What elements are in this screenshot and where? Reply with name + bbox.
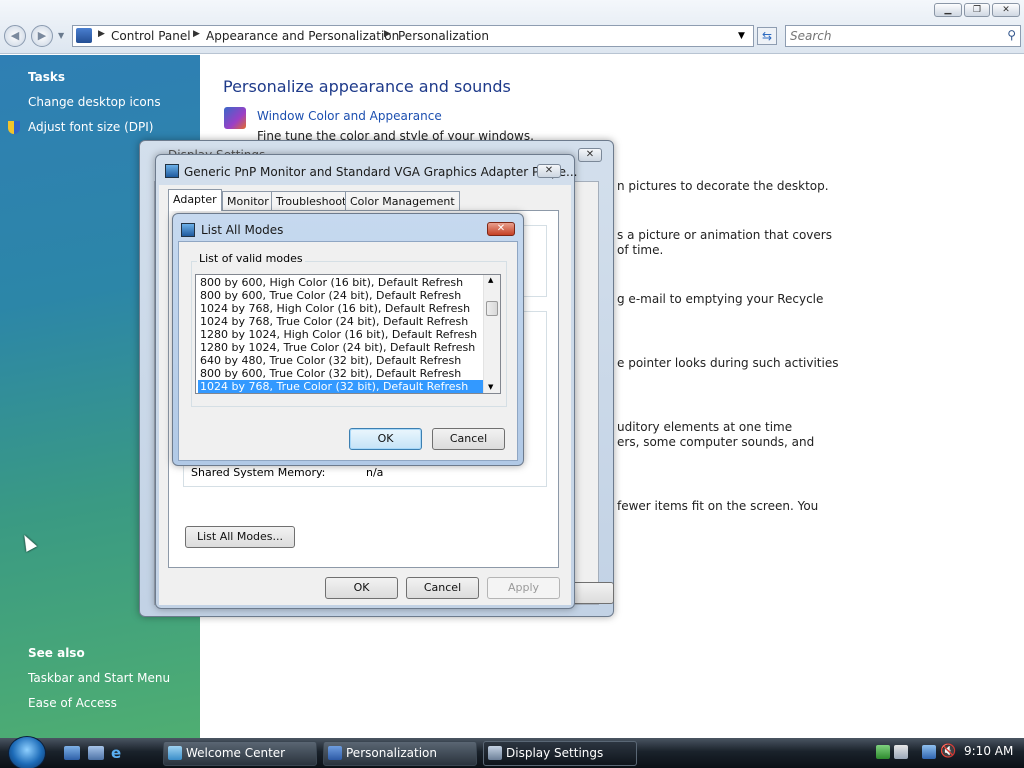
display-settings-description: fewer items fit on the screen. You [617, 499, 819, 513]
display-settings-close-button[interactable]: ✕ [578, 148, 602, 162]
window-color-appearance-link[interactable]: Window Color and Appearance [257, 109, 442, 123]
mode-list-item[interactable]: 800 by 600, True Color (32 bit), Default… [198, 367, 461, 380]
adapter-properties-close-button[interactable]: ✕ [537, 164, 561, 178]
explorer-toolbar: ▁ ❐ ✕ ◀ ▶ ▼ ▶ Control Panel ▶ Appearance… [0, 0, 1024, 54]
recent-pages-icon[interactable]: ▼ [58, 31, 64, 40]
theme-description-2: ers, some computer sounds, and [617, 435, 815, 449]
list-all-modes-close-button[interactable]: ✕ [487, 222, 515, 236]
mode-list-item[interactable]: 800 by 600, True Color (24 bit), Default… [198, 289, 461, 302]
sounds-description: g e-mail to emptying your Recycle [617, 292, 824, 306]
scroll-up-icon[interactable]: ▲ [488, 276, 493, 284]
monitor-icon [165, 164, 179, 178]
taskbar-personalization[interactable]: Personalization [323, 741, 477, 766]
properties-apply-button[interactable]: Apply [487, 577, 560, 599]
screen-saver-description-2: of time. [617, 243, 664, 257]
breadcrumb-arrow-icon[interactable]: ▶ [384, 29, 391, 39]
address-dropdown-icon[interactable]: ▼ [738, 31, 745, 41]
task-change-desktop-icons[interactable]: Change desktop icons [28, 95, 161, 109]
tray-network-icon[interactable] [876, 745, 890, 759]
theme-description: uditory elements at one time [617, 420, 793, 434]
list-all-modes-dialog: List All Modes ✕ List of valid modes 800… [172, 213, 524, 466]
taskbar-item-label: Welcome Center [186, 746, 286, 760]
shared-memory-value: n/a [366, 466, 384, 479]
page-title: Personalize appearance and sounds [223, 77, 511, 96]
back-button[interactable]: ◀ [4, 25, 26, 47]
list-all-modes-body: List of valid modes 800 by 600, High Col… [178, 241, 518, 461]
uac-shield-icon [8, 121, 20, 134]
mode-list-item[interactable]: 1280 by 1024, High Color (16 bit), Defau… [198, 328, 477, 341]
task-adjust-font-size[interactable]: Adjust font size (DPI) [28, 120, 153, 134]
breadcrumb-personalization[interactable]: Personalization [398, 29, 489, 43]
valid-modes-listbox[interactable]: 800 by 600, High Color (16 bit), Default… [195, 274, 501, 394]
list-all-modes-title: List All Modes [201, 223, 284, 237]
see-also-heading: See also [28, 646, 85, 660]
search-box[interactable]: ⚲ [785, 25, 1021, 47]
welcome-center-icon [168, 746, 182, 760]
valid-modes-label: List of valid modes [197, 252, 305, 265]
mouse-pointers-description: e pointer looks during such activities [617, 356, 839, 370]
screen-saver-description: s a picture or animation that covers [617, 228, 832, 242]
mode-list-item[interactable]: 1280 by 1024, True Color (24 bit), Defau… [198, 341, 475, 354]
window-color-icon [224, 107, 246, 129]
display-settings-icon [488, 746, 502, 760]
forward-button[interactable]: ▶ [31, 25, 53, 47]
see-also-taskbar-start-menu[interactable]: Taskbar and Start Menu [28, 671, 170, 685]
adapter-properties-title: Generic PnP Monitor and Standard VGA Gra… [184, 165, 578, 179]
address-bar[interactable]: ▶ Control Panel ▶ Appearance and Persona… [72, 25, 754, 47]
internet-explorer-icon[interactable]: e [111, 746, 127, 761]
list-all-modes-cancel-button[interactable]: Cancel [432, 428, 505, 450]
desktop-background-description: n pictures to decorate the desktop. [617, 179, 829, 193]
properties-ok-button[interactable]: OK [325, 577, 398, 599]
tab-color-management[interactable]: Color Management [345, 191, 460, 212]
tab-adapter[interactable]: Adapter [168, 189, 222, 211]
show-desktop-icon[interactable] [64, 746, 80, 760]
personalization-icon [328, 746, 342, 760]
search-icon[interactable]: ⚲ [1007, 28, 1016, 42]
breadcrumb-appearance[interactable]: Appearance and Personalization [206, 29, 399, 43]
tab-troubleshoot[interactable]: Troubleshoot [271, 191, 352, 212]
scroll-thumb[interactable] [486, 301, 498, 316]
volume-muted-icon[interactable]: 🔇 [940, 745, 956, 759]
tray-security-icon[interactable] [894, 745, 908, 759]
control-panel-icon [76, 28, 92, 43]
properties-cancel-button[interactable]: Cancel [406, 577, 479, 599]
tasks-heading: Tasks [28, 70, 66, 84]
monitor-icon [181, 223, 195, 237]
taskbar-clock[interactable]: 9:10 AM [964, 744, 1013, 758]
tab-monitor[interactable]: Monitor [222, 191, 274, 212]
mode-list-item[interactable]: 640 by 480, True Color (32 bit), Default… [198, 354, 461, 367]
taskbar-display-settings[interactable]: Display Settings [483, 741, 637, 766]
tray-monitor-icon[interactable] [922, 745, 936, 759]
start-button[interactable] [8, 736, 46, 768]
breadcrumb-control-panel[interactable]: Control Panel [111, 29, 191, 43]
maximize-button[interactable]: ❐ [964, 3, 990, 17]
see-also-ease-of-access[interactable]: Ease of Access [28, 696, 117, 710]
search-input[interactable] [790, 27, 990, 45]
refresh-icon[interactable]: ⇆ [757, 27, 777, 45]
switch-windows-icon[interactable] [88, 746, 104, 760]
taskbar-item-label: Display Settings [506, 746, 604, 760]
mode-list-item[interactable]: 1024 by 768, True Color (32 bit), Defaul… [198, 380, 484, 393]
scroll-down-icon[interactable]: ▼ [488, 383, 493, 391]
breadcrumb-arrow-icon[interactable]: ▶ [193, 29, 200, 39]
mode-list-item[interactable]: 1024 by 768, True Color (24 bit), Defaul… [198, 315, 468, 328]
list-all-modes-button[interactable]: List All Modes... [185, 526, 295, 548]
list-all-modes-ok-button[interactable]: OK [349, 428, 422, 450]
taskbar-item-label: Personalization [346, 746, 437, 760]
shared-memory-label: Shared System Memory: [191, 466, 326, 479]
mode-list-item[interactable]: 800 by 600, High Color (16 bit), Default… [198, 276, 463, 289]
modes-scrollbar[interactable]: ▲ ▼ [483, 275, 500, 393]
breadcrumb-arrow-icon: ▶ [98, 29, 105, 39]
minimize-button[interactable]: ▁ [934, 3, 962, 17]
close-button[interactable]: ✕ [992, 3, 1020, 17]
mode-list-item[interactable]: 1024 by 768, High Color (16 bit), Defaul… [198, 302, 470, 315]
taskbar-welcome-center[interactable]: Welcome Center [163, 741, 317, 766]
